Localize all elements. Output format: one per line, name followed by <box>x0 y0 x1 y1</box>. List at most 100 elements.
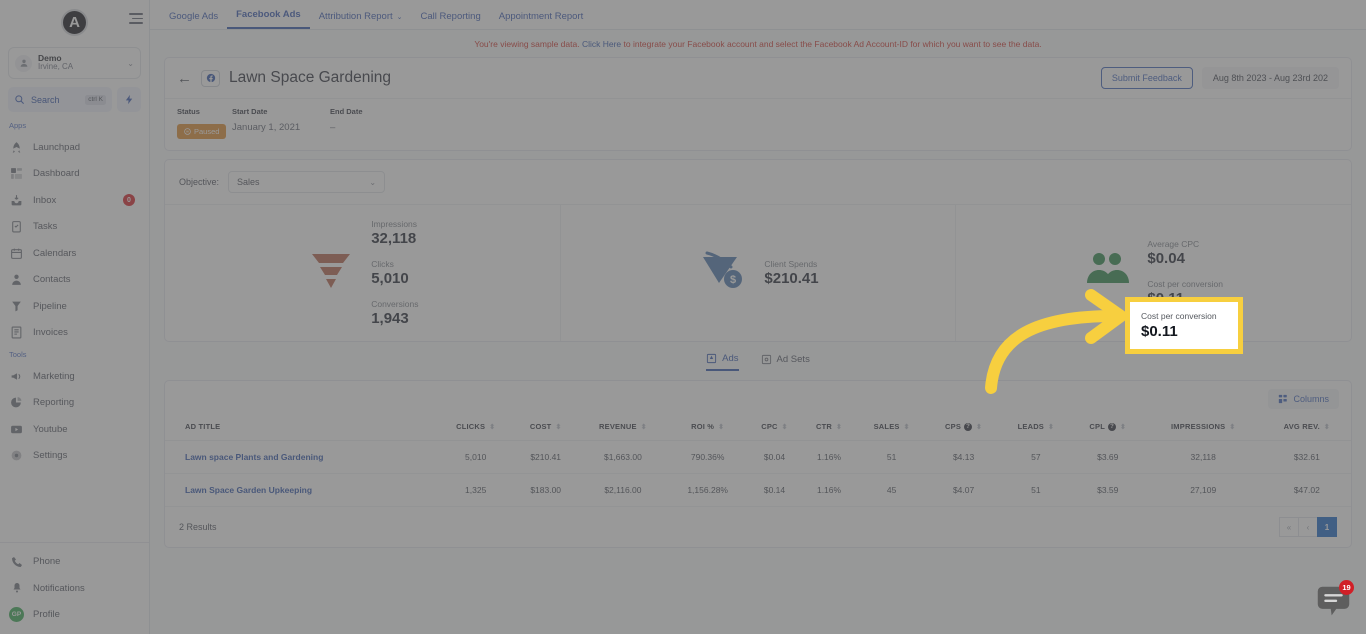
meta-end-date: End Date – <box>330 107 363 140</box>
tab-call-reporting[interactable]: Call Reporting <box>412 11 490 29</box>
sidebar-label: Phone <box>33 556 61 568</box>
col-avg-rev[interactable]: AVG REV. ⬍ <box>1262 413 1351 442</box>
sample-data-notice: You're viewing sample data. Click Here t… <box>164 30 1352 57</box>
cell-ad-title[interactable]: Lawn Space Garden Upkeeping <box>165 473 438 508</box>
sort-icon[interactable]: ⬍ <box>489 424 495 431</box>
cell-cps: $4.13 <box>927 440 1000 475</box>
col-ctr[interactable]: CTR ⬍ <box>801 413 857 442</box>
sidebar-label: Reporting <box>33 397 75 409</box>
sidebar-item-marketing[interactable]: Marketing <box>0 363 149 390</box>
tab-attribution-report[interactable]: Attribution Report ⌄ <box>310 11 412 29</box>
metric-client-spends: Client Spends $210.41 <box>764 259 818 287</box>
sort-icon[interactable]: ⬍ <box>1048 424 1054 431</box>
sort-icon[interactable]: ⬍ <box>641 424 647 431</box>
sidebar-item-inbox[interactable]: Inbox 0 <box>0 187 149 214</box>
page-1-button[interactable]: 1 <box>1317 517 1337 538</box>
sidebar-item-contacts[interactable]: Contacts <box>0 267 149 294</box>
help-icon[interactable]: ? <box>964 423 973 432</box>
sidebar-item-pipeline[interactable]: Pipeline <box>0 293 149 320</box>
table-tabs: Ads Ad Sets <box>164 353 1352 371</box>
sort-icon[interactable]: ⬍ <box>836 424 842 431</box>
click-here-link[interactable]: Click Here <box>582 39 621 49</box>
sidebar-item-invoices[interactable]: Invoices <box>0 320 149 347</box>
objective-select[interactable]: Sales ⌄ <box>228 171 386 193</box>
search-label: Search <box>31 94 60 105</box>
date-range-picker[interactable]: Aug 8th 2023 - Aug 23rd 202 <box>1201 67 1339 89</box>
cell-cpl: $3.59 <box>1071 473 1144 508</box>
page-first-button[interactable]: « <box>1279 517 1299 538</box>
sidebar-item-calendars[interactable]: Calendars <box>0 240 149 267</box>
sort-icon[interactable]: ⬍ <box>904 424 910 431</box>
tab-ads[interactable]: Ads <box>706 353 739 371</box>
sidebar-label: Tasks <box>33 221 58 233</box>
highlighted-callout: Cost per conversion $0.11 <box>1125 297 1243 354</box>
cell-revenue: $1,663.00 <box>577 440 669 475</box>
sort-icon[interactable]: ⬍ <box>1120 424 1126 431</box>
avatar-icon: GP <box>9 607 24 623</box>
app-logo[interactable]: A <box>61 8 88 36</box>
sidebar-label: Settings <box>33 450 68 462</box>
campaign-header-top: ← Lawn Space Gardening Submit Feedback A… <box>165 58 1351 99</box>
campaign-header-card: ← Lawn Space Gardening Submit Feedback A… <box>164 57 1352 151</box>
col-cpl[interactable]: CPL? ⬍ <box>1071 413 1144 442</box>
quick-actions-button[interactable] <box>117 87 141 112</box>
sidebar-collapse-icon[interactable] <box>129 13 143 27</box>
page-prev-button[interactable]: ‹ <box>1298 517 1318 538</box>
tab-ad-sets[interactable]: Ad Sets <box>761 353 810 371</box>
sidebar-item-reporting[interactable]: Reporting <box>0 390 149 417</box>
tab-label: Facebook Ads <box>236 9 301 20</box>
search-input[interactable]: Search ctrl K <box>8 87 112 112</box>
columns-button[interactable]: Columns <box>1268 389 1339 409</box>
callout-label: Cost per conversion <box>1141 311 1217 321</box>
tab-label: Attribution Report <box>318 11 393 22</box>
sidebar-label: Notifications <box>33 582 85 594</box>
col-cpc[interactable]: CPC ⬍ <box>747 413 802 442</box>
launchpad-icon <box>9 141 24 154</box>
help-icon[interactable]: ? <box>1108 423 1117 432</box>
sidebar-item-notifications[interactable]: Notifications <box>0 575 149 602</box>
sidebar-item-youtube[interactable]: Youtube <box>0 416 149 443</box>
facebook-icon <box>201 69 220 87</box>
sidebar-section-apps: Apps <box>9 121 27 130</box>
sort-icon[interactable]: ⬍ <box>782 424 788 431</box>
chat-widget[interactable]: 19 <box>1315 580 1354 620</box>
sidebar-item-tasks[interactable]: Tasks <box>0 214 149 241</box>
pipeline-icon <box>9 300 24 313</box>
sidebar-item-dashboard[interactable]: Dashboard <box>0 161 149 188</box>
cell-ad-title[interactable]: Lawn space Plants and Gardening <box>165 440 438 475</box>
tab-google-ads[interactable]: Google Ads <box>160 11 227 29</box>
sort-icon[interactable]: ⬍ <box>1324 424 1330 431</box>
invoices-icon <box>9 326 24 339</box>
cell-impressions: 32,118 <box>1143 440 1263 475</box>
tab-facebook-ads[interactable]: Facebook Ads <box>227 9 310 29</box>
chevron-down-icon: ⌄ <box>127 58 134 68</box>
col-clicks[interactable]: CLICKS ⬍ <box>437 413 514 442</box>
sort-icon[interactable]: ⬍ <box>976 424 982 431</box>
sort-icon[interactable]: ⬍ <box>555 424 561 431</box>
back-arrow-icon[interactable]: ← <box>177 71 192 86</box>
account-switcher[interactable]: Demo Irvine, CA ⌄ <box>8 47 141 79</box>
sort-icon[interactable]: ⬍ <box>1229 424 1235 431</box>
col-revenue[interactable]: REVENUE ⬍ <box>577 413 669 442</box>
sidebar-item-phone[interactable]: Phone <box>0 549 149 576</box>
meta-start-date: Start Date January 1, 2021 <box>232 107 330 140</box>
notice-after: to integrate your Facebook account and s… <box>621 39 1042 49</box>
sidebar-item-profile[interactable]: GP Profile <box>0 602 149 629</box>
tab-appointment-report[interactable]: Appointment Report <box>490 11 593 29</box>
submit-feedback-button[interactable]: Submit Feedback <box>1100 67 1193 89</box>
col-cost[interactable]: COST ⬍ <box>513 413 578 442</box>
sort-icon[interactable]: ⬍ <box>718 424 724 431</box>
columns-label: Columns <box>1293 394 1329 404</box>
inbox-badge: 0 <box>123 194 135 207</box>
metric-conversions: Conversions 1,943 <box>371 299 418 327</box>
col-cps[interactable]: CPS? ⬍ <box>927 413 1000 442</box>
col-roi[interactable]: ROI % ⬍ <box>668 413 748 442</box>
sidebar-item-launchpad[interactable]: Launchpad <box>0 134 149 161</box>
col-leads[interactable]: LEADS ⬍ <box>999 413 1072 442</box>
tab-label: Call Reporting <box>420 11 481 22</box>
chat-badge: 19 <box>1339 580 1354 595</box>
col-sales[interactable]: SALES ⬍ <box>856 413 928 442</box>
sidebar-item-settings[interactable]: Settings <box>0 443 149 470</box>
ads-icon <box>707 353 717 364</box>
col-impressions[interactable]: IMPRESSIONS ⬍ <box>1143 413 1263 442</box>
